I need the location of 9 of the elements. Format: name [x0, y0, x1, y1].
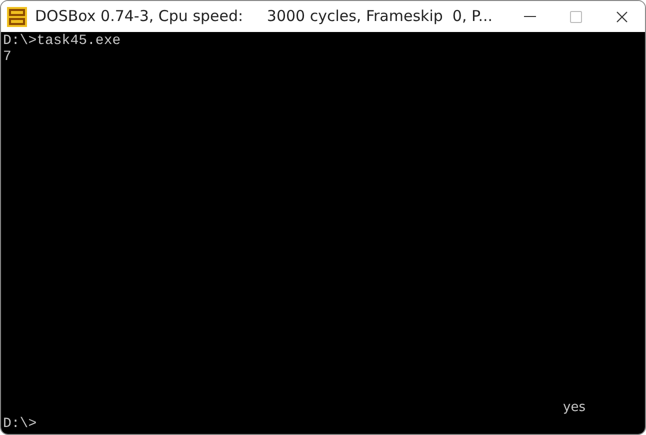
- maximize-icon: [570, 10, 582, 22]
- console-prompt: D:\>: [3, 416, 37, 432]
- console-line: 7: [3, 49, 12, 65]
- close-icon: [616, 10, 628, 22]
- console-line: D:\>task45.exe: [3, 33, 121, 49]
- window-title: DOSBox 0.74-3, Cpu speed: 3000 cycles, Frameskip 0, P...: [35, 6, 493, 28]
- minimize-icon: [524, 16, 536, 18]
- output-text: yes: [563, 400, 586, 416]
- app-icon: [7, 6, 27, 26]
